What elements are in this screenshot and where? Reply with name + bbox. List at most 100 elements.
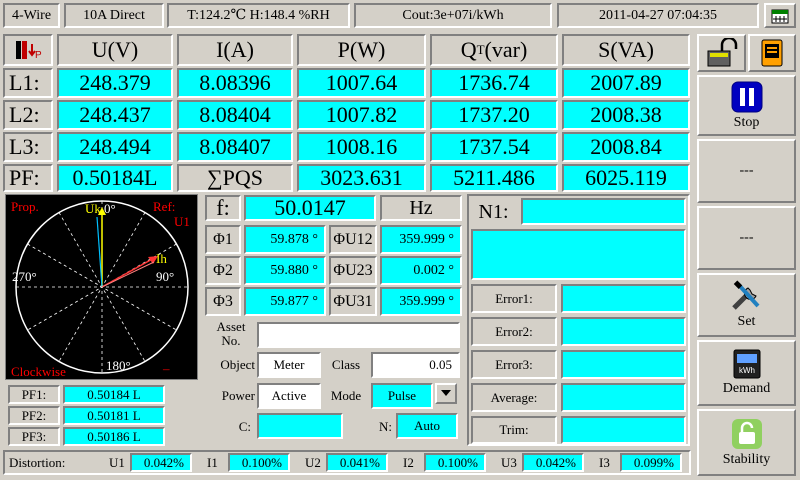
error3-value <box>561 350 686 379</box>
total-power-factor: 0.50184L <box>57 164 173 192</box>
power-field[interactable]: Active <box>257 383 321 409</box>
col-header-apparent-power: S(VA) <box>562 34 690 66</box>
blank-button-2[interactable]: --- <box>697 206 796 270</box>
error2-label: Error2: <box>471 317 557 346</box>
mode-label: Mode <box>330 388 362 403</box>
error3-label: Error3: <box>471 350 557 379</box>
object-field[interactable]: Meter <box>257 352 321 378</box>
prop-label: Prop. <box>11 199 39 214</box>
pf3-label: PF3: <box>8 427 60 446</box>
current-phasor-2 <box>101 261 155 288</box>
asset-no-input[interactable] <box>257 322 460 348</box>
sum-active-power: 3023.631 <box>297 164 426 192</box>
distortion-i3-value: 0.099% <box>620 453 682 472</box>
error1-label: Error1: <box>471 284 557 313</box>
wiring-status: 4-Wire <box>3 3 60 28</box>
mode-dropdown-button[interactable] <box>435 383 457 404</box>
average-label: Average: <box>471 383 557 412</box>
distortion-u2-value: 0.041% <box>326 453 388 472</box>
class-field[interactable]: 0.05 <box>371 352 460 378</box>
l2-current: 8.08404 <box>177 100 293 130</box>
pf2-value: 0.50181 L <box>63 406 165 425</box>
chevron-down-icon <box>441 390 451 396</box>
error-display <box>471 229 686 280</box>
phi2-label: Φ2 <box>205 256 241 285</box>
svg-text:P: P <box>35 50 42 61</box>
object-label: Object <box>220 357 255 372</box>
c-input[interactable] <box>257 413 343 439</box>
distortion-i2-label: I2 <box>403 455 414 470</box>
pf2-label: PF2: <box>8 406 60 425</box>
col-header-current: I(A) <box>177 34 293 66</box>
phi3-value: 59.877 ° <box>244 287 326 316</box>
l1-active-power: 1007.64 <box>297 68 426 98</box>
current-mode-status: 10A Direct <box>64 3 164 28</box>
trim-value <box>561 416 686 444</box>
calendar-icon <box>771 9 789 23</box>
stop-button[interactable]: Stop <box>697 75 796 136</box>
stability-button[interactable]: Stability <box>697 409 796 476</box>
padlock-icon <box>731 418 762 449</box>
l2-active-power: 1007.82 <box>297 100 426 130</box>
pf1-label: PF1: <box>8 385 60 404</box>
row-label-l1: L1: <box>3 68 53 98</box>
deg-180-label: 180° <box>106 358 131 373</box>
unlock-button[interactable] <box>697 34 746 72</box>
average-value <box>561 383 686 412</box>
meter-constant-status: Cout:3e+07i/kWh <box>354 3 552 28</box>
ref-phase-label: U1 <box>174 214 190 229</box>
l3-current: 8.08407 <box>177 132 293 162</box>
distortion-label: Distortion: <box>9 455 66 470</box>
col-header-voltage: U(V) <box>57 34 173 66</box>
set-label: Set <box>737 314 756 329</box>
n1-value <box>521 198 686 225</box>
blank-button-1[interactable]: --- <box>697 139 796 203</box>
power-direction-indicator: P <box>3 34 53 66</box>
u-phasor-label: Uk <box>85 201 101 216</box>
phi-u31-value: 359.999 ° <box>380 287 462 316</box>
record-button[interactable] <box>748 34 796 72</box>
row-label-pf: PF: <box>3 164 53 192</box>
pf3-value: 0.50186 L <box>63 427 165 446</box>
deg-270-label: 270° <box>12 269 37 284</box>
mode-select[interactable]: Pulse <box>371 383 433 409</box>
row-label-l3: L3: <box>3 132 53 162</box>
set-button[interactable]: Set <box>697 273 796 337</box>
col-header-active-power: P(W) <box>297 34 426 66</box>
l1-apparent-power: 2007.89 <box>562 68 690 98</box>
phasor-diagram: Prop. Ref: U1 Uk 0° Ih 90° 270° 180° Clo… <box>5 194 198 380</box>
distortion-u2-label: U2 <box>305 455 321 470</box>
blank-label-2: --- <box>739 230 754 245</box>
pf1-value: 0.50184 L <box>63 385 165 404</box>
error1-value <box>561 284 686 313</box>
calendar-button[interactable] <box>764 3 796 28</box>
trim-label: Trim: <box>471 416 557 444</box>
asset-label: Asset No. <box>208 320 254 348</box>
n-field[interactable]: Auto <box>396 413 458 439</box>
l1-voltage: 248.379 <box>57 68 173 98</box>
phi1-value: 59.878 ° <box>244 225 326 254</box>
current-phasor <box>101 256 157 288</box>
l2-voltage: 248.437 <box>57 100 173 130</box>
stability-label: Stability <box>722 451 771 467</box>
l1-reactive-power: 1736.74 <box>430 68 558 98</box>
q-subscript: T <box>476 42 485 57</box>
col-header-reactive-power: Q T (var) <box>430 34 558 66</box>
tools-icon <box>731 280 759 310</box>
i-phasor-label: Ih <box>156 251 167 266</box>
meter-icon: kWh <box>733 349 760 379</box>
phasor-diagram-svg <box>15 200 189 374</box>
temp-humidity-status: T:124.2℃ H:148.4 %RH <box>167 3 350 28</box>
demand-label: Demand <box>722 381 771 396</box>
phi-u23-label: ΦU23 <box>329 256 377 285</box>
error2-value <box>561 317 686 346</box>
l2-apparent-power: 2008.38 <box>562 100 690 130</box>
c-label: C: <box>238 419 251 434</box>
power-label: Power <box>221 388 255 403</box>
demand-button[interactable]: kWh Demand <box>697 340 796 406</box>
record-icon <box>761 39 783 67</box>
phi1-label: Φ1 <box>205 225 241 254</box>
sum-pqs-label: ∑PQS <box>177 164 293 192</box>
blank-label-1: --- <box>739 163 754 178</box>
frequency-label: f: <box>205 195 241 221</box>
